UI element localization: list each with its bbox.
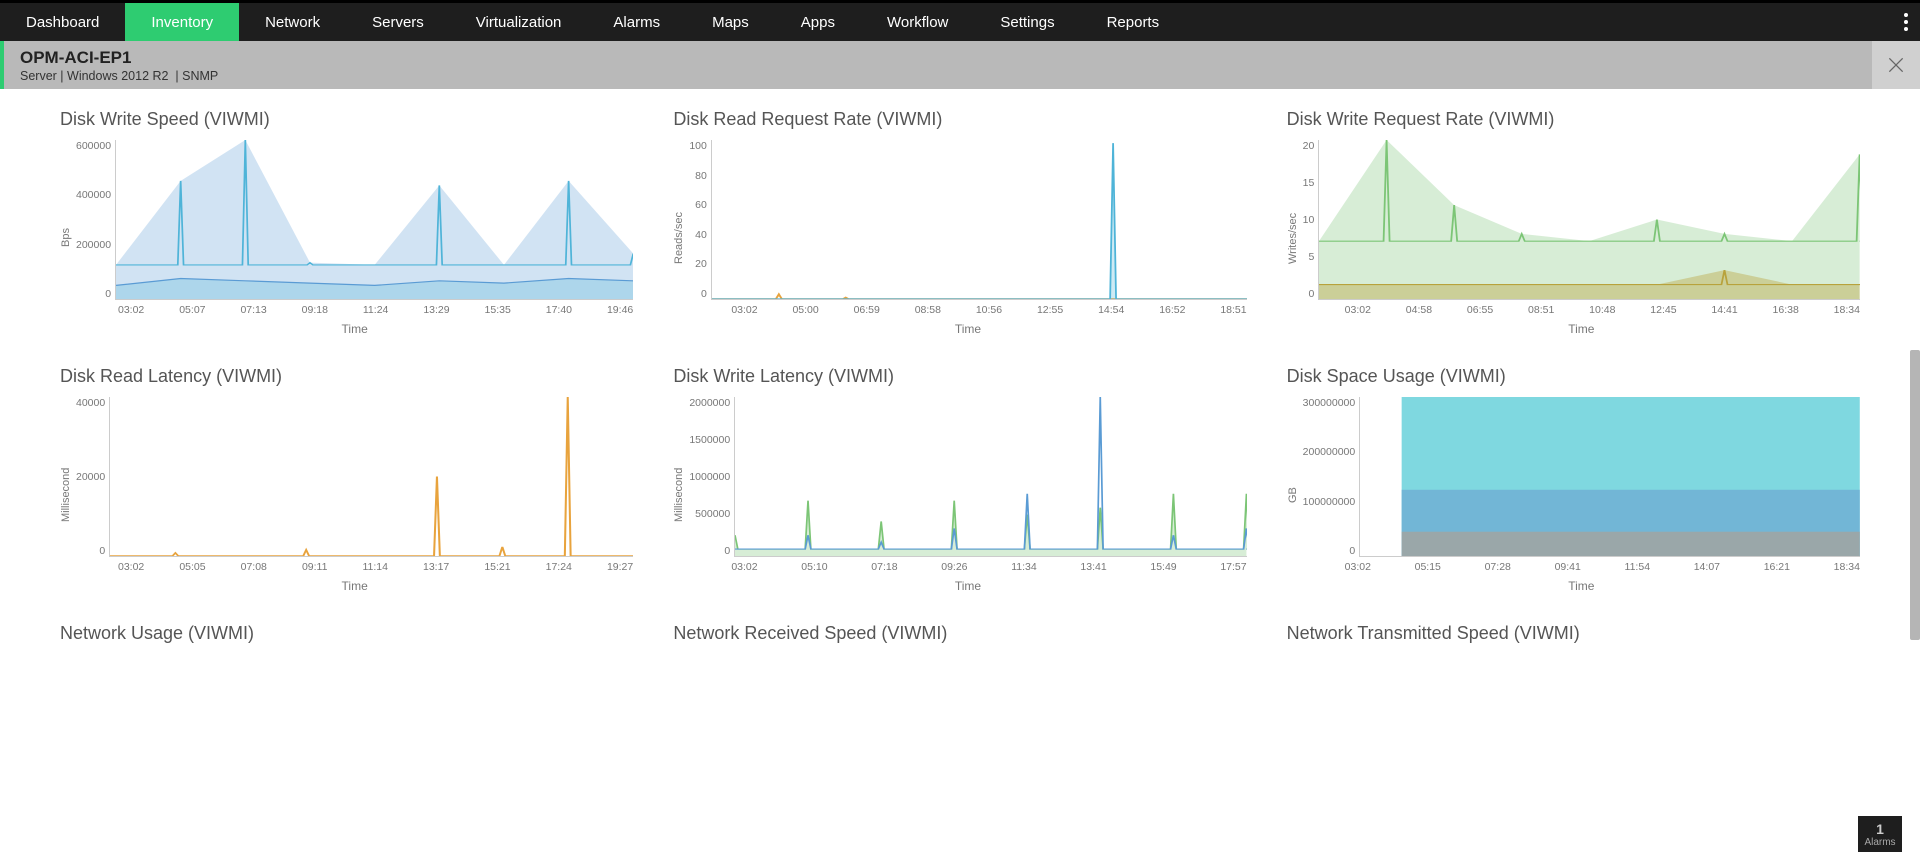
y-axis-label: GB: [1287, 397, 1299, 593]
alarms-badge[interactable]: 1 Alarms: [1858, 816, 1902, 852]
x-axis-label: Time: [76, 579, 633, 593]
y-axis-label: Bps: [60, 140, 72, 336]
x-ticks: 03:0205:1507:2809:4111:5414:0716:2118:34: [1303, 561, 1860, 573]
x-ticks: 03:0205:0507:0809:1111:1413:1715:2117:24…: [76, 561, 633, 573]
plot-area[interactable]: [734, 397, 1246, 557]
charts-grid: Disk Write Speed (VIWMI) Bps 6000004000002…: [0, 89, 1920, 694]
nav-settings[interactable]: Settings: [974, 3, 1080, 41]
nav-maps[interactable]: Maps: [686, 3, 775, 41]
chart-title: Network Transmitted Speed (VIWMI): [1287, 623, 1860, 644]
chart-title: Network Received Speed (VIWMI): [673, 623, 1246, 644]
chart-title: Disk Space Usage (VIWMI): [1287, 366, 1860, 387]
y-ticks: 100806040200: [689, 140, 711, 300]
chart-network-received-speed: Network Received Speed (VIWMI): [673, 623, 1246, 654]
chart-disk-write-speed: Disk Write Speed (VIWMI) Bps 6000004000002…: [60, 109, 633, 336]
plot-area[interactable]: [711, 140, 1247, 300]
more-menu-icon[interactable]: [1904, 3, 1908, 41]
chart-title: Disk Read Latency (VIWMI): [60, 366, 633, 387]
y-ticks: 40000200000: [76, 397, 109, 557]
chart-title: Disk Write Request Rate (VIWMI): [1287, 109, 1860, 130]
y-axis-label: Millisecond: [60, 397, 72, 593]
x-axis-label: Time: [689, 579, 1246, 593]
x-ticks: 03:0204:5806:5508:5110:4812:4514:4116:38…: [1303, 304, 1860, 316]
x-axis-label: Time: [1303, 322, 1860, 336]
nav-reports[interactable]: Reports: [1081, 3, 1186, 41]
y-ticks: 3000000002000000001000000000: [1303, 397, 1360, 557]
x-ticks: 03:0205:0006:5908:5810:5612:5514:5416:52…: [689, 304, 1246, 316]
chart-title: Disk Write Latency (VIWMI): [673, 366, 1246, 387]
device-header: OPM-ACI-EP1 Server | Windows 2012 R2 | S…: [0, 41, 1920, 89]
nav-virtualization[interactable]: Virtualization: [450, 3, 588, 41]
chart-network-usage: Network Usage (VIWMI): [60, 623, 633, 654]
nav-dashboard[interactable]: Dashboard: [0, 3, 125, 41]
chart-disk-write-request-rate: Disk Write Request Rate (VIWMI) Writes/se…: [1287, 109, 1860, 336]
chart-network-transmitted-speed: Network Transmitted Speed (VIWMI): [1287, 623, 1860, 654]
y-ticks: 20151050: [1303, 140, 1319, 300]
chart-disk-read-latency: Disk Read Latency (VIWMI) Millisecond 4000…: [60, 366, 633, 593]
x-ticks: 03:0205:1007:1809:2611:3413:4115:4917:57: [689, 561, 1246, 573]
x-axis-label: Time: [76, 322, 633, 336]
plot-area[interactable]: [1318, 140, 1860, 300]
nav-workflow[interactable]: Workflow: [861, 3, 974, 41]
chart-title: Disk Write Speed (VIWMI): [60, 109, 633, 130]
nav-servers[interactable]: Servers: [346, 3, 450, 41]
chart-title: Disk Read Request Rate (VIWMI): [673, 109, 1246, 130]
plot-area[interactable]: [115, 140, 633, 300]
x-axis-label: Time: [689, 322, 1246, 336]
x-axis-label: Time: [1303, 579, 1860, 593]
y-ticks: 2000000150000010000005000000: [689, 397, 734, 557]
plot-area[interactable]: [1359, 397, 1860, 557]
chart-disk-space-usage: Disk Space Usage (VIWMI) GB30000000020000…: [1287, 366, 1860, 593]
device-subtitle: Server | Windows 2012 R2 | SNMP: [20, 69, 218, 83]
y-axis-label: Writes/sec: [1287, 140, 1299, 336]
chart-disk-write-latency: Disk Write Latency (VIWMI) Millisecond 200…: [673, 366, 1246, 593]
x-ticks: 03:0205:0707:1309:1811:2413:2915:3517:40…: [76, 304, 633, 316]
y-ticks: 6000004000002000000: [76, 140, 115, 300]
main-nav: DashboardInventoryNetworkServersVirtuali…: [0, 3, 1920, 41]
chart-disk-read-request-rate: Disk Read Request Rate (VIWMI) Reads/sec 1…: [673, 109, 1246, 336]
plot-area[interactable]: [109, 397, 633, 557]
device-title: OPM-ACI-EP1: [20, 48, 218, 68]
nav-network[interactable]: Network: [239, 3, 346, 41]
nav-alarms[interactable]: Alarms: [587, 3, 686, 41]
scrollbar-thumb[interactable]: [1910, 350, 1920, 640]
close-button[interactable]: [1872, 41, 1920, 89]
y-axis-label: Millisecond: [673, 397, 685, 593]
chart-title: Network Usage (VIWMI): [60, 623, 633, 644]
nav-inventory[interactable]: Inventory: [125, 3, 239, 41]
nav-apps[interactable]: Apps: [775, 3, 861, 41]
y-axis-label: Reads/sec: [673, 140, 685, 336]
